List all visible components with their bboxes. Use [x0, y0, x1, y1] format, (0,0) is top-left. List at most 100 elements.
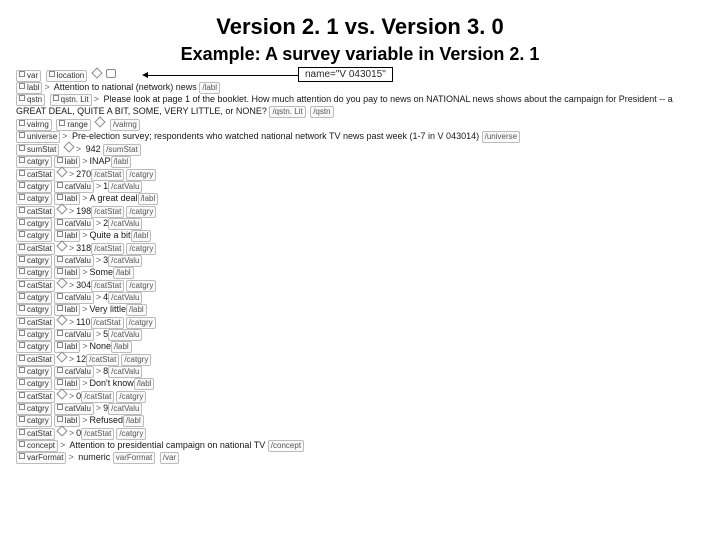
tag-catValu: catValu — [54, 255, 94, 267]
diamond-icon — [56, 277, 67, 288]
tag-catValu: catValu — [54, 329, 94, 341]
tag-catgry-close: /catgry — [126, 206, 156, 218]
tag-catValu-close: /catValu — [108, 403, 142, 415]
tag-catValu: catValu — [54, 403, 94, 415]
tag-catValu: catValu — [54, 218, 94, 230]
tag-catStat-close: /catStat — [91, 243, 124, 255]
tag-valrng-close: /valrng — [110, 119, 140, 131]
tag-catStat-close: /catStat — [91, 206, 124, 218]
tag-catgry: catgry — [16, 415, 52, 427]
diamond-icon — [56, 388, 67, 399]
attr-icon — [106, 69, 116, 78]
tag-labl-close: /labl — [199, 82, 220, 94]
tag-labl: labl — [54, 415, 80, 427]
tag-location: location — [46, 70, 88, 82]
tag-catStat: catStat — [16, 206, 55, 218]
tag-qstn-close: /qstn — [310, 106, 333, 118]
tag-catStat: catStat — [16, 391, 55, 403]
callout-text: name="V 043015" — [298, 67, 393, 82]
diamond-icon — [95, 116, 106, 127]
tag-concept: concept — [16, 440, 58, 452]
tag-catValu: catValu — [54, 366, 94, 378]
tag-catgry: catgry — [16, 366, 52, 378]
callout: name="V 043015" — [298, 67, 393, 82]
tag-catgry: catgry — [16, 255, 52, 267]
callout-arrowhead — [142, 72, 148, 78]
tag-labl-close: /labl — [126, 304, 147, 316]
sumStat-value: 942 — [86, 144, 101, 154]
tag-catgry-close: /catgry — [126, 169, 156, 181]
tag-labl: labl — [54, 304, 80, 316]
tag-sumStat-close: /sumStat — [103, 144, 141, 156]
tag-catValu: catValu — [54, 181, 94, 193]
cat-label: Don't know — [90, 378, 134, 388]
tag-qstn: qstn — [16, 94, 45, 106]
cat-stat: 12 — [76, 354, 86, 364]
callout-arrow — [146, 75, 298, 76]
cat-stat: 304 — [76, 280, 91, 290]
diamond-icon — [56, 425, 67, 436]
diamond-icon — [56, 166, 67, 177]
tag-range: range — [56, 119, 90, 131]
diamond-icon — [63, 141, 74, 152]
universe-text: Pre-election survey; respondents who wat… — [72, 131, 479, 141]
cat-label: Refused — [90, 415, 124, 425]
slide-title: Version 2. 1 vs. Version 3. 0 — [16, 14, 704, 40]
varFormat-text: numeric — [78, 452, 110, 462]
cat-label: Quite a bit — [90, 230, 131, 240]
tag-labl: labl — [54, 193, 80, 205]
tag-catgry: catgry — [16, 403, 52, 415]
tag-catValu: catValu — [54, 292, 94, 304]
cat-stat: 270 — [76, 169, 91, 179]
cat-stat: 110 — [76, 317, 90, 327]
tag-labl-close: /labl — [123, 415, 144, 427]
tag-universe-close: /universe — [482, 131, 520, 143]
tag-catStat: catStat — [16, 243, 55, 255]
tag-catValu-close: /catValu — [108, 329, 142, 341]
slide-subtitle: Example: A survey variable in Version 2.… — [16, 44, 704, 65]
tag-var: var — [16, 70, 41, 82]
tag-labl: labl — [54, 341, 80, 353]
tag-qstnLit-close: /qstn. Lit — [269, 106, 305, 118]
tag-catgry-close: /catgry — [116, 428, 146, 440]
tag-labl-close: /labl — [131, 230, 152, 242]
tag-catStat-close: /catStat — [91, 280, 124, 292]
concept-text: Attention to presidential campaign on na… — [69, 440, 265, 450]
tag-catStat: catStat — [16, 317, 55, 329]
tag-catgry-close: /catgry — [126, 243, 156, 255]
tag-varFormat: varFormat — [16, 452, 66, 464]
tag-labl: labl — [54, 230, 80, 242]
tag-catgry: catgry — [16, 193, 52, 205]
tag-labl: labl — [54, 267, 80, 279]
cat-label: Some — [90, 267, 114, 277]
tag-concept-close: /concept — [268, 440, 304, 452]
tag-labl: labl — [16, 82, 42, 94]
tag-catValu-close: /catValu — [108, 218, 142, 230]
tag-catValu-close: /catValu — [108, 292, 142, 304]
tag-catgry: catgry — [16, 267, 52, 279]
tag-catValu-close: /catValu — [108, 181, 142, 193]
cat-stat: 318 — [76, 243, 91, 253]
cat-label: None — [90, 341, 112, 351]
tag-catStat-close: /catStat — [86, 354, 119, 366]
tag-labl-close: /labl — [134, 378, 155, 390]
tag-labl-close: /labl — [111, 341, 132, 353]
tag-labl-close: /labl — [113, 267, 134, 279]
diamond-icon — [91, 67, 102, 78]
tag-catgry: catgry — [16, 329, 52, 341]
tag-catgry-close: /catgry — [121, 354, 151, 366]
tag-labl-close: /labl — [138, 193, 159, 205]
tag-universe: universe — [16, 131, 60, 143]
xml-tree: name="V 043015" var location labl> Atten… — [16, 69, 704, 464]
tag-varFormat-close: varFormat — [113, 452, 155, 464]
tag-catgry-close: /catgry — [126, 317, 156, 329]
tag-valrng: valrng — [16, 119, 52, 131]
tag-catgry: catgry — [16, 341, 52, 353]
tag-catgry-close: /catgry — [116, 391, 146, 403]
tag-catgry: catgry — [16, 292, 52, 304]
tag-catStat: catStat — [16, 169, 55, 181]
tag-catStat-close: /catStat — [91, 317, 124, 329]
tag-catStat-close: /catStat — [81, 428, 114, 440]
label-text: Attention to national (network) news — [54, 82, 197, 92]
diamond-icon — [56, 314, 67, 325]
